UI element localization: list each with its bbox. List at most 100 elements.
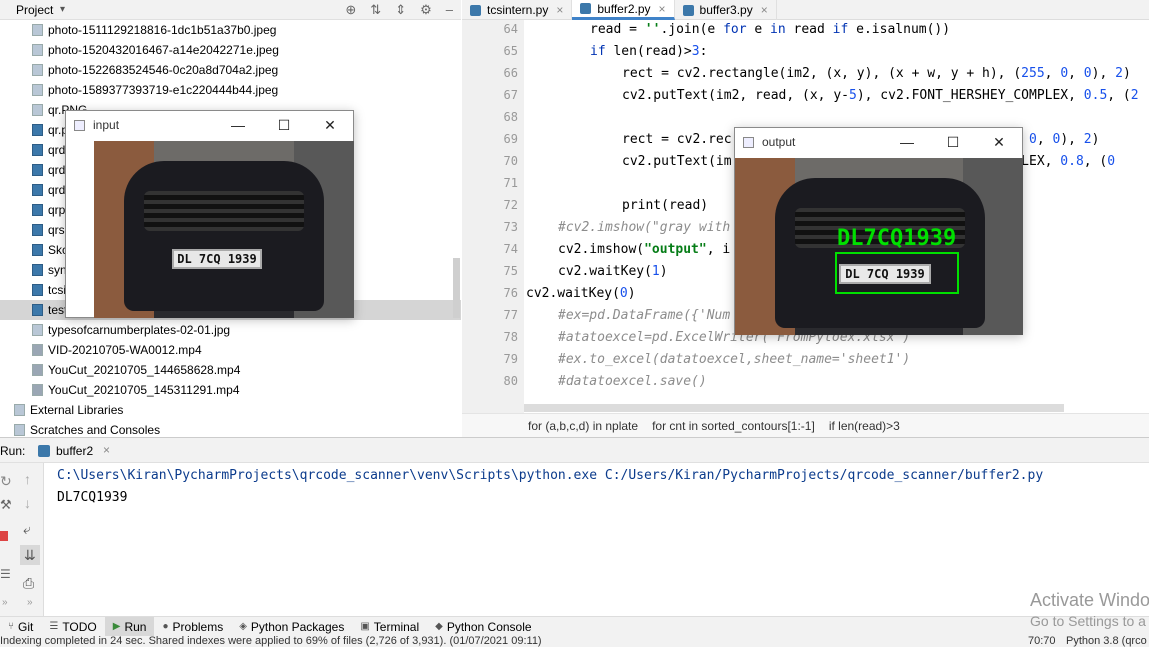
python-file-icon (32, 264, 43, 276)
tree-item-external-libraries[interactable]: External Libraries (0, 400, 461, 420)
print-icon[interactable]: ⎙ (23, 575, 34, 592)
python-icon (38, 445, 50, 457)
maximize-icon[interactable]: ☐ (261, 111, 307, 139)
tool-tab-label: Run (124, 619, 147, 634)
tool-tab-python-packages[interactable]: ◈ Python Packages (231, 617, 352, 637)
more-icon[interactable]: » (2, 597, 8, 608)
close-icon[interactable]: ✕ (976, 128, 1022, 156)
car-image: DL 7CQ 1939 (94, 141, 354, 318)
minimize-icon[interactable]: — (215, 111, 261, 139)
up-arrow-icon[interactable]: ↑ (24, 471, 31, 487)
maximize-icon[interactable]: ☐ (930, 128, 976, 156)
input-window[interactable]: input — ☐ ✕ DL 7CQ 1939 (65, 110, 354, 318)
wrench-icon[interactable]: ⚒ (0, 497, 12, 513)
run-icon: ▶ (112, 621, 121, 632)
file-tree-item-label: photo-1520432016467-a14e2042271e.jpeg (48, 43, 279, 57)
rerun-icon[interactable]: ↻ (0, 473, 12, 490)
close-icon[interactable]: × (556, 3, 563, 17)
python-file-icon (32, 284, 43, 296)
file-tree-item-label: YouCut_20210705_144658628.mp4 (48, 363, 241, 377)
python-file-icon (32, 304, 43, 316)
license-plate: DL 7CQ 1939 (172, 249, 262, 269)
file-tree-item[interactable]: photo-1522683524546-0c20a8d704a2.jpeg (0, 60, 461, 80)
file-tree-item[interactable]: YouCut_20210705_144658628.mp4 (0, 360, 461, 380)
layout-icon[interactable]: ☰ (0, 567, 11, 581)
down-arrow-icon[interactable]: ↓ (24, 495, 31, 511)
locate-icon[interactable]: ⊕ (345, 2, 356, 18)
editor-tab[interactable]: tcsintern.py × (462, 0, 573, 20)
file-tree-item[interactable]: photo-1589377393719-e1c220444b44.jpeg (0, 80, 461, 100)
tool-tab-problems[interactable]: ● Problems (154, 617, 231, 637)
file-tree-item[interactable]: photo-1520432016467-a14e2042271e.jpeg (0, 40, 461, 60)
file-tree-item[interactable]: VID-20210705-WA0012.mp4 (0, 340, 461, 360)
close-icon[interactable]: × (659, 2, 666, 16)
project-panel-title[interactable]: Project (16, 3, 53, 17)
run-config-tab[interactable]: buffer2 (56, 444, 93, 458)
tool-tab-terminal[interactable]: ▣ Terminal (352, 617, 427, 637)
python-file-icon (32, 144, 43, 156)
close-icon[interactable]: × (103, 443, 110, 457)
tool-tab-label: Python Packages (250, 619, 345, 634)
code-line: rect = cv2.rectangle(im2, (x, y), (x + w… (622, 66, 1131, 81)
interpreter-status[interactable]: Python 3.8 (qrco (1066, 636, 1147, 647)
close-icon[interactable]: × (761, 3, 768, 17)
detected-plate-text: DL7CQ1939 (837, 226, 957, 251)
scratches-icon (14, 424, 25, 436)
file-tree-item-label: photo-1589377393719-e1c220444b44.jpeg (48, 83, 279, 97)
console-icon: ◆ (435, 621, 443, 632)
breadcrumb-item[interactable]: for cnt in sorted_contours[1:-1] (652, 419, 815, 433)
editor-tab-label: tcsintern.py (487, 3, 549, 17)
file-tree-item-label: qrd (48, 183, 66, 197)
code-line: #cv2.imshow("gray with (558, 220, 731, 235)
activate-windows-subtitle: Go to Settings to a (1030, 613, 1146, 629)
editor-horizontal-scrollbar[interactable] (524, 404, 1064, 412)
breadcrumb: for (a,b,c,d) in nplate for cnt in sorted… (462, 413, 1149, 437)
tool-tab-python-console[interactable]: ◆ Python Console (427, 617, 539, 637)
line-number: 66 (503, 66, 518, 80)
tool-tab-run[interactable]: ▶ Run (104, 616, 155, 637)
tool-tab-label: TODO (62, 619, 97, 634)
gear-icon[interactable]: ⚙ (420, 2, 432, 18)
file-tree-item[interactable]: YouCut_20210705_145311291.mp4 (0, 380, 461, 400)
file-tree-item-label: qrd (48, 163, 66, 177)
tool-tab-todo[interactable]: ☰ TODO (41, 617, 104, 637)
minimize-panel-icon[interactable]: – (446, 2, 453, 18)
image-file-icon (32, 64, 43, 76)
python-file-icon (32, 184, 43, 196)
run-output-line: DL7CQ1939 (57, 490, 128, 505)
code-line: #ex=pd.DataFrame({'Num (558, 308, 731, 323)
more-icon[interactable]: » (27, 597, 33, 608)
editor-tab[interactable]: buffer3.py × (675, 0, 777, 20)
run-panel-header: Run: buffer2 × (0, 437, 1149, 463)
python-file-icon (32, 124, 43, 136)
breadcrumb-item[interactable]: if len(read)>3 (829, 419, 900, 433)
file-tree-item[interactable]: photo-1511129218816-1dc1b51a37b0.jpeg (0, 20, 461, 40)
project-panel-header: Project ▾ ⊕ ⇅ ⇕ ⚙ – (0, 0, 461, 20)
file-tree-item-label: VID-20210705-WA0012.mp4 (48, 343, 202, 357)
soft-wrap-icon[interactable]: ⤶ (23, 521, 31, 538)
editor-tab[interactable]: buffer2.py × (572, 0, 675, 20)
terminal-icon: ▣ (360, 621, 370, 632)
window-title: input (93, 118, 120, 132)
collapse-icon[interactable]: ⇅ (370, 2, 381, 18)
breadcrumb-item[interactable]: for (a,b,c,d) in nplate (528, 419, 638, 433)
close-icon[interactable]: ✕ (307, 111, 353, 139)
tool-tab-git[interactable]: ⑂ Git (0, 617, 41, 637)
code-line: if len(read)>3: (590, 44, 708, 59)
run-console-output[interactable]: C:\Users\Kiran\PycharmProjects\qrcode_sc… (44, 463, 1149, 616)
tree-scrollbar[interactable] (453, 258, 460, 318)
minimize-icon[interactable]: — (884, 128, 930, 156)
file-tree-item-label: tcsi (48, 283, 66, 297)
code-line: cv2.waitKey(0) (526, 286, 636, 301)
file-tree-item-label: Scratches and Consoles (30, 423, 161, 437)
cursor-position[interactable]: 70:70 (1028, 636, 1062, 647)
image-file-icon (32, 104, 43, 116)
line-number: 64 (503, 22, 518, 36)
file-tree-item[interactable]: typesofcarnumberplates-02-01.jpg (0, 320, 461, 340)
expand-icon[interactable]: ⇕ (395, 2, 406, 18)
tool-tab-label: Python Console (446, 619, 532, 634)
stop-icon[interactable] (0, 531, 8, 541)
video-file-icon (32, 364, 43, 376)
output-window[interactable]: output — ☐ ✕ DL 7CQ 1939 DL7CQ1939 (734, 127, 1023, 335)
chevron-down-icon[interactable]: ▾ (60, 4, 65, 15)
